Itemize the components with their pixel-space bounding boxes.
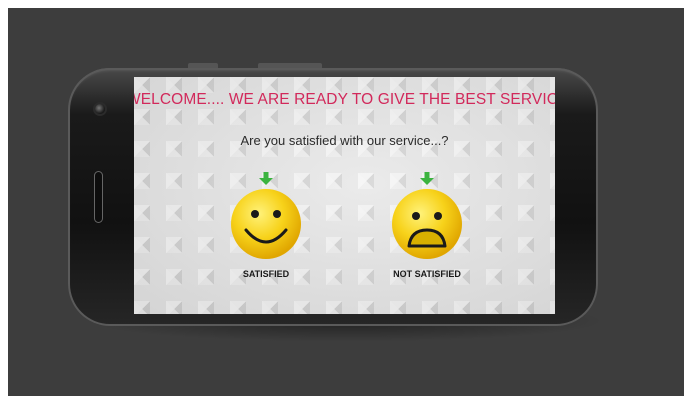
green-down-arrow-icon: [420, 172, 434, 185]
not-satisfied-label: NOT SATISFIED: [393, 269, 461, 279]
speaker-grille: [95, 172, 102, 222]
survey-question: Are you satisfied with our service...?: [240, 133, 449, 148]
not-satisfied-option[interactable]: NOT SATISFIED: [367, 172, 487, 282]
satisfied-label: SATISFIED: [242, 269, 290, 279]
green-down-arrow-icon: [259, 172, 273, 185]
camera-icon: [95, 104, 105, 114]
app-screen: WELCOME.... WE ARE READY TO GIVE THE BES…: [134, 77, 555, 314]
satisfied-option[interactable]: SATISFIED: [206, 172, 326, 282]
smiley-face-icon[interactable]: [230, 188, 302, 260]
sad-face-icon[interactable]: [391, 188, 463, 260]
welcome-banner: WELCOME.... WE ARE READY TO GIVE THE BES…: [134, 91, 555, 108]
